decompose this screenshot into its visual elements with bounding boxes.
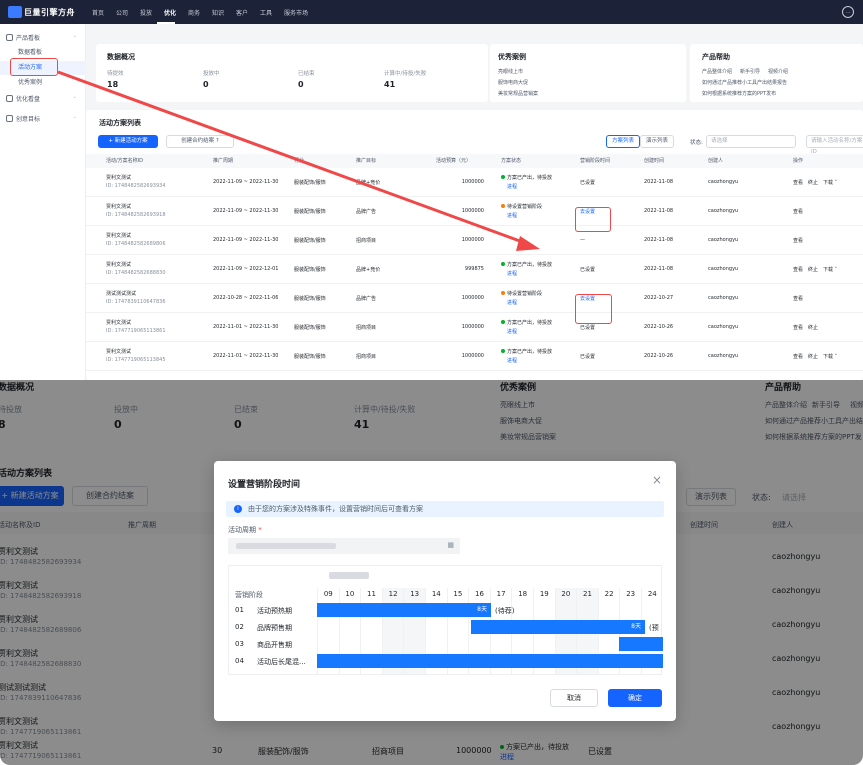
stage-note: (待荐) xyxy=(495,607,515,615)
notice-banner: i 由于您的方案涉及特殊事件，设置营销时间后可查看方案 xyxy=(226,501,664,517)
month-label xyxy=(329,572,369,579)
stage-number: 01 xyxy=(235,606,244,614)
stage-number: 02 xyxy=(235,623,244,631)
period-input[interactable]: ▦ xyxy=(228,538,460,554)
close-icon[interactable]: × xyxy=(652,473,662,487)
modal-title: 设置营销阶段时间 xyxy=(228,480,301,490)
stage-name: 活动后长尾混... xyxy=(257,658,306,666)
gantt-day-label: 12 xyxy=(388,590,398,598)
notice-text: 由于您的方案涉及特殊事件，设置营销时间后可查看方案 xyxy=(248,505,423,513)
gantt-day-label: 21 xyxy=(583,590,592,598)
calendar-icon: ▦ xyxy=(447,541,454,549)
stage-bar[interactable] xyxy=(317,654,663,668)
cancel-button[interactable]: 取消 xyxy=(550,689,598,707)
gantt-day-label: 18 xyxy=(518,590,528,598)
stage-name: 品牌预售期 xyxy=(257,624,292,632)
stage-number: 03 xyxy=(235,640,244,648)
gantt-day-label: 24 xyxy=(647,590,657,598)
stage-time-modal: 设置营销阶段时间 × i 由于您的方案涉及特殊事件，设置营销时间后可查看方案 活… xyxy=(214,461,676,721)
stage-name: 活动预热期 xyxy=(257,607,292,615)
stage-bar[interactable]: 8天 xyxy=(471,620,645,634)
annotation-arrow xyxy=(57,70,540,251)
stage-header: 营销阶段 xyxy=(235,591,263,599)
stage-number: 04 xyxy=(235,657,244,665)
confirm-button[interactable]: 确定 xyxy=(608,689,662,707)
gantt-day-label: 09 xyxy=(323,590,333,598)
gantt-day-label: 11 xyxy=(367,590,376,598)
gantt-day-label: 14 xyxy=(431,590,441,598)
stage-bar[interactable] xyxy=(619,637,663,651)
gantt-chart: 营销阶段 09 10 11 12 13 14 15 16 17 18 19 20 21 22 23 24 01… xyxy=(228,565,663,675)
gantt-day-label: 23 xyxy=(626,590,636,598)
gantt-day-label: 13 xyxy=(410,590,420,598)
period-label: 活动周期 * xyxy=(228,526,262,534)
info-icon: i xyxy=(234,505,242,513)
stage-bar[interactable]: 8天 xyxy=(317,603,491,617)
stage-note: (预 xyxy=(649,624,659,632)
stage-name: 商品开售期 xyxy=(257,641,292,649)
gantt-day-label: 17 xyxy=(496,590,506,598)
gantt-day-label: 22 xyxy=(604,590,614,598)
gantt-day-label: 19 xyxy=(539,590,549,598)
gantt-day-label: 16 xyxy=(475,590,484,598)
gantt-day-label: 15 xyxy=(453,590,463,598)
gantt-day-label: 20 xyxy=(561,590,571,598)
gantt-day-label: 10 xyxy=(345,590,355,598)
